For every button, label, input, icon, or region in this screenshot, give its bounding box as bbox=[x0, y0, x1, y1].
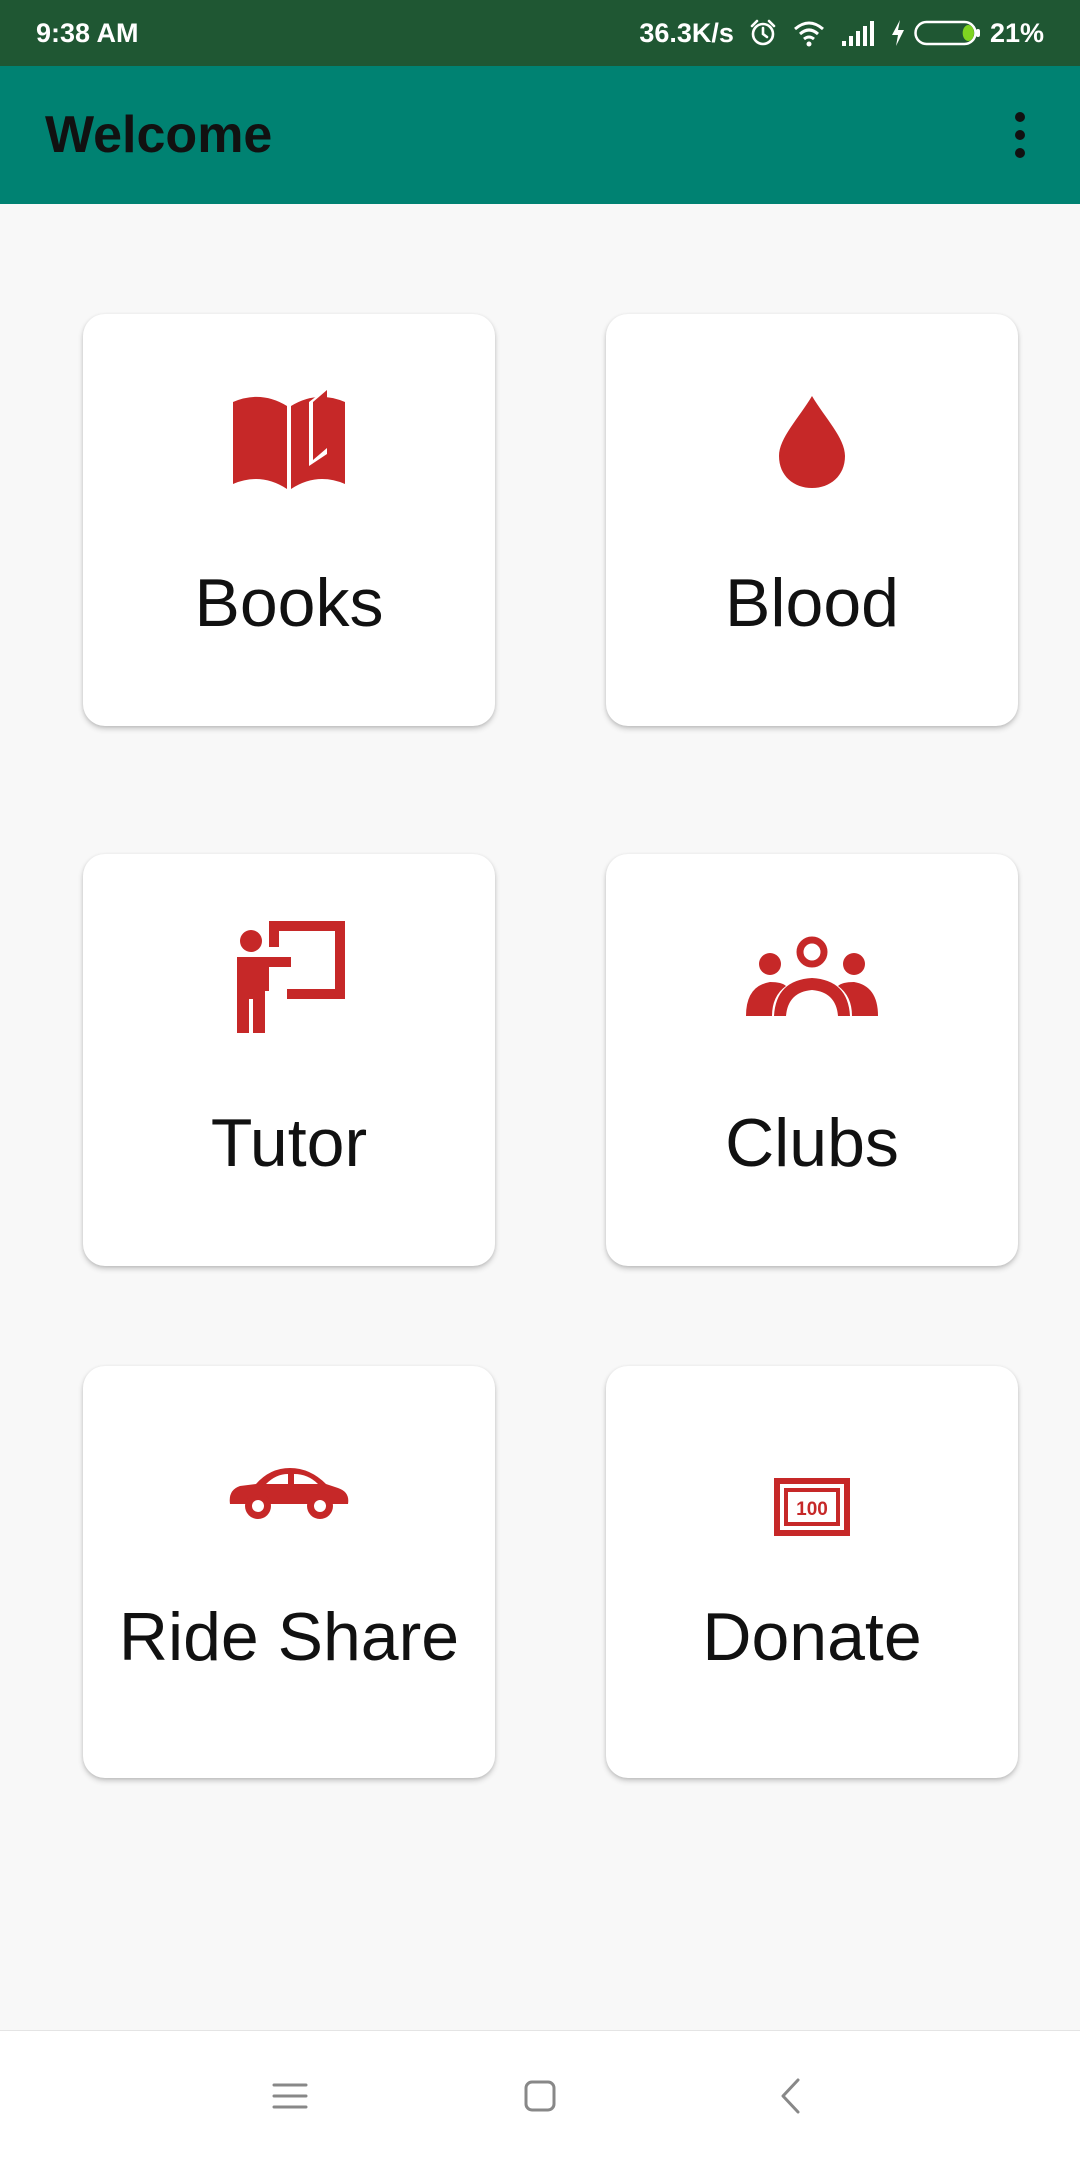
money-icon: 100 bbox=[606, 1478, 1018, 1536]
money-icon-text: 100 bbox=[796, 1499, 828, 1520]
alarm-icon bbox=[748, 18, 778, 48]
back-button[interactable] bbox=[750, 2056, 830, 2136]
signal-icon bbox=[840, 19, 876, 47]
clubs-label: Clubs bbox=[725, 1105, 899, 1181]
blood-tile[interactable]: Blood bbox=[606, 314, 1018, 726]
more-vert-dot bbox=[1015, 148, 1025, 158]
status-bar: 9:38 AM 36.3K/s 21% bbox=[0, 0, 1080, 66]
menu-icon bbox=[272, 2083, 308, 2108]
books-tile[interactable]: Books bbox=[83, 314, 495, 726]
tutor-label: Tutor bbox=[210, 1105, 368, 1181]
home-icon bbox=[524, 2080, 556, 2111]
books-label: Books bbox=[194, 565, 384, 641]
donate-label: Donate bbox=[702, 1599, 922, 1675]
battery-indicator: 21% bbox=[890, 18, 1044, 49]
page-title: Welcome bbox=[45, 106, 273, 164]
teacher-icon bbox=[83, 919, 495, 1035]
app-bar: Welcome bbox=[0, 66, 1080, 204]
tutor-tile[interactable]: Tutor bbox=[83, 854, 495, 1266]
charging-icon bbox=[891, 20, 904, 46]
network-speed: 36.3K/s bbox=[639, 17, 734, 48]
donate-tile[interactable]: 100 Donate bbox=[606, 1366, 1018, 1778]
more-vert-icon bbox=[1015, 112, 1025, 122]
more-vert-dot bbox=[1015, 130, 1025, 140]
group-icon bbox=[606, 934, 1018, 1018]
ride-share-tile[interactable]: Ride Share bbox=[83, 1366, 495, 1778]
overflow-menu-button[interactable] bbox=[990, 90, 1050, 180]
book-icon bbox=[83, 384, 495, 494]
blood-label: Blood bbox=[725, 565, 899, 641]
battery-percent: 21% bbox=[989, 17, 1044, 48]
ride-share-label: Ride Share bbox=[118, 1599, 460, 1675]
clubs-tile[interactable]: Clubs bbox=[606, 854, 1018, 1266]
home-button[interactable] bbox=[500, 2056, 580, 2136]
status-time: 9:38 AM bbox=[36, 17, 139, 48]
blood-drop-icon bbox=[606, 394, 1018, 490]
battery-icon bbox=[914, 20, 980, 46]
wifi-icon bbox=[792, 18, 826, 48]
system-nav-bar bbox=[0, 2030, 1080, 2160]
status-icons: 36.3K/s 21% bbox=[639, 18, 1044, 49]
back-icon bbox=[781, 2078, 800, 2113]
car-icon bbox=[83, 1464, 495, 1520]
recent-apps-button[interactable] bbox=[250, 2056, 330, 2136]
